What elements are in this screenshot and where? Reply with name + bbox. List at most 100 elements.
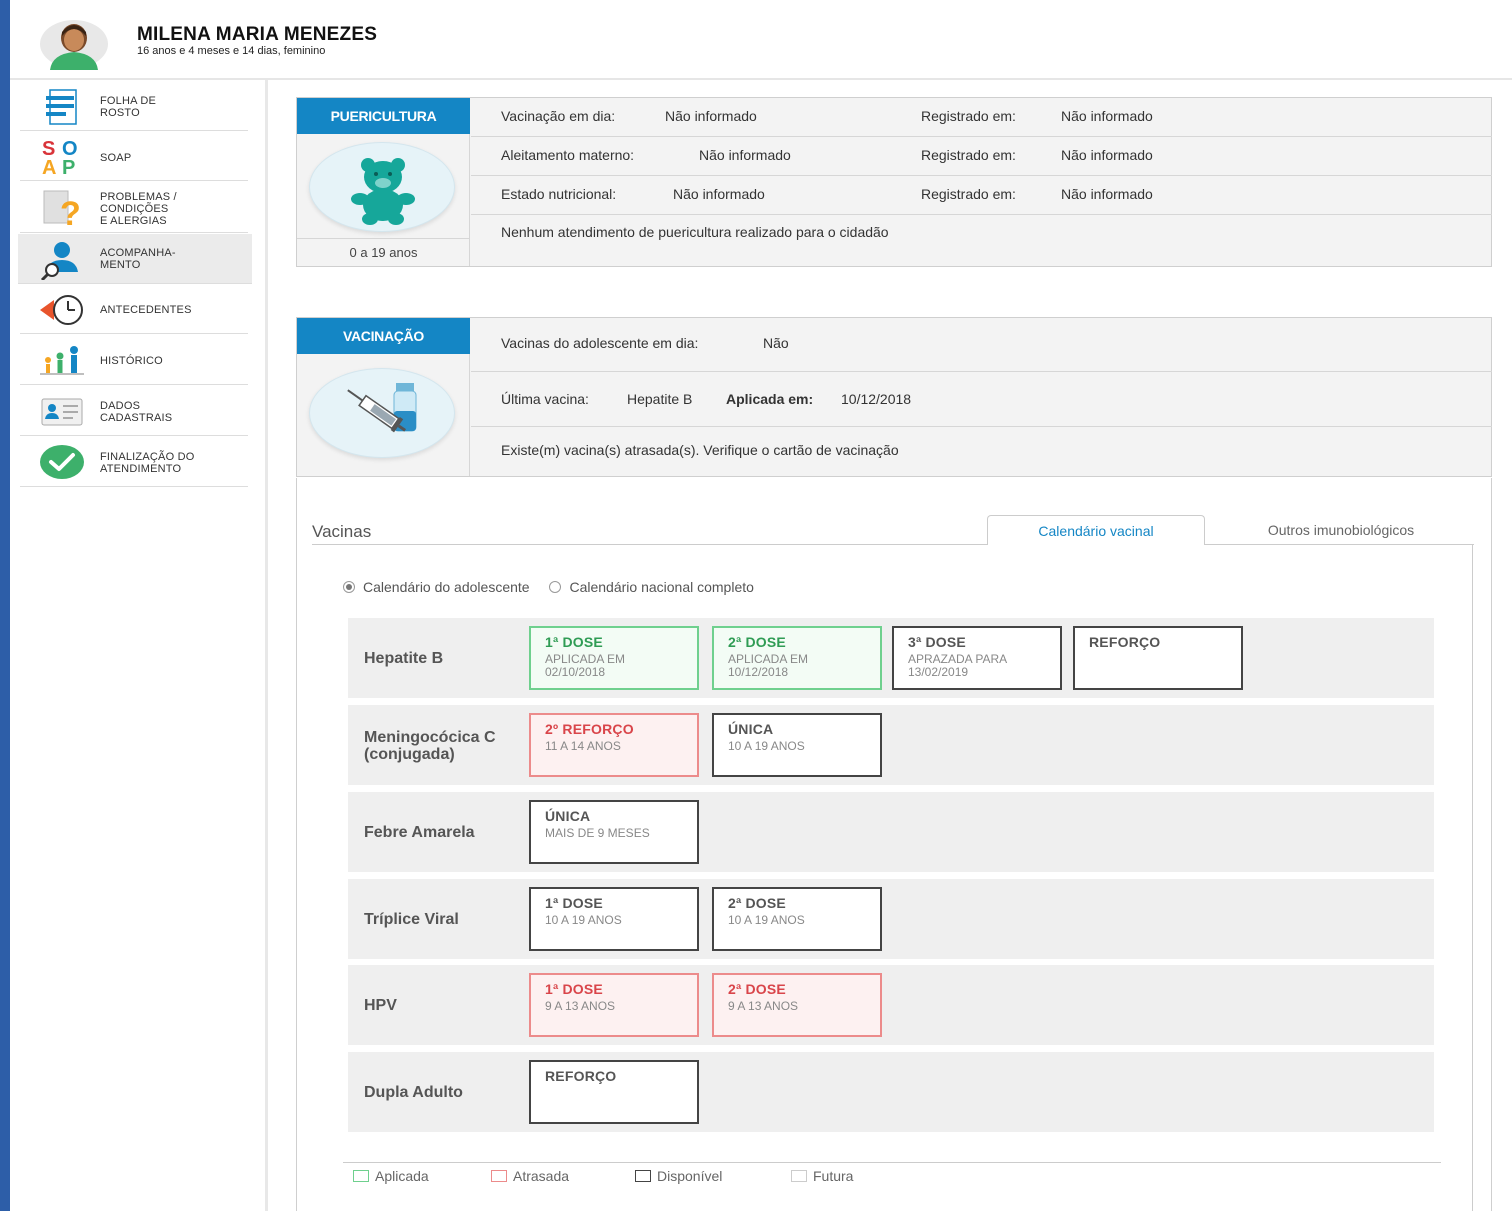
radio-calendario-nacional[interactable]: Calendário nacional completo xyxy=(549,579,754,595)
tab-calendario-vacinal[interactable]: Calendário vacinal xyxy=(987,515,1205,545)
dose-sub: 10 A 19 ANOS xyxy=(728,739,805,753)
dose-card[interactable]: REFORÇO xyxy=(529,1060,699,1124)
dose-card[interactable]: 1ª DOSE 10 A 19 ANOS xyxy=(529,887,699,951)
vacinacao-icon-circle xyxy=(309,368,455,458)
dose-sub: 11 A 14 ANOS xyxy=(545,739,621,753)
dose-label: 2ª DOSE xyxy=(728,634,786,650)
radio-calendario-adolescente[interactable]: Calendário do adolescente xyxy=(343,579,530,595)
row-label: Vacinas do adolescente em dia: xyxy=(501,335,699,351)
dose-card[interactable]: ÚNICA 10 A 19 ANOS xyxy=(712,713,882,777)
patient-header: MILENA MARIA MENEZES 16 anos e 4 meses e… xyxy=(10,0,1512,80)
vaccine-name: Tríplice Viral xyxy=(364,911,459,928)
puericultura-icon-circle xyxy=(309,142,455,232)
sidebar-item-label: FOLHA DE ROSTO xyxy=(100,95,157,119)
vacinacao-panel: VACINAÇÃO Vacinas do adolescente em dia:… xyxy=(296,317,1492,477)
sidebar-item-label: DADOS CADASTRAIS xyxy=(100,400,173,424)
id-card-icon xyxy=(41,398,83,426)
patient-name: MILENA MARIA MENEZES xyxy=(137,24,378,45)
row-label: Estado nutricional: xyxy=(501,186,617,202)
patient-avatar-icon xyxy=(40,20,108,70)
sidebar-item-acompanhamento[interactable]: ACOMPANHA- MENTO xyxy=(18,234,252,284)
dose-label: 1ª DOSE xyxy=(545,895,603,911)
dose-card[interactable]: 2ª DOSE 10 A 19 ANOS xyxy=(712,887,882,951)
document-lines-icon xyxy=(46,89,77,125)
vaccine-row-hpv: HPV 1ª DOSE 9 A 13 ANOS 2ª DOSE 9 A 13 A… xyxy=(348,965,1434,1045)
vaccine-name: Meningocócica C (conjugada) xyxy=(364,729,496,763)
legend-red-box-icon xyxy=(491,1170,507,1182)
dose-label: 1ª DOSE xyxy=(545,981,603,997)
vaccine-name: HPV xyxy=(364,997,397,1014)
vacinacao-tag: VACINAÇÃO xyxy=(297,318,470,354)
dose-card[interactable]: 3ª DOSE APRAZADA PARA 13/02/2019 xyxy=(892,626,1062,690)
dose-sub: APLICADA EM 10/12/2018 xyxy=(728,652,809,679)
legend-futura: Futura xyxy=(791,1168,853,1184)
puericultura-row-nutricional: Estado nutricional: Não informado Regist… xyxy=(471,176,1492,215)
tab-content-border xyxy=(1472,544,1473,1211)
vacinas-title: Vacinas xyxy=(312,522,372,541)
vaccine-row-dupla-adulto: Dupla Adulto REFORÇO xyxy=(348,1052,1434,1132)
dose-label: 2ª DOSE xyxy=(728,895,786,911)
vaccine-name: Hepatite B xyxy=(364,650,444,667)
dose-label: ÚNICA xyxy=(728,721,774,737)
sidebar-item-dados-cadastrais[interactable]: DADOS CADASTRAIS xyxy=(20,385,248,436)
row-registered-label: Registrado em: xyxy=(921,186,1016,202)
sidebar-item-folha-de-rosto[interactable]: FOLHA DE ROSTO xyxy=(20,86,248,131)
patient-age-sex: 16 anos e 4 meses e 14 dias, feminino xyxy=(137,45,326,57)
dose-card[interactable]: 2ª DOSE APLICADA EM 10/12/2018 xyxy=(712,626,882,690)
legend-disponivel: Disponível xyxy=(635,1168,722,1184)
radio-selected-icon xyxy=(343,581,355,593)
sidebar: FOLHA DE ROSTO S O A P SOAP ? PROBLEMAS /… xyxy=(10,80,268,1211)
puericultura-note: Nenhum atendimento de puericultura reali… xyxy=(501,224,889,240)
row-label: Aleitamento materno: xyxy=(501,147,635,163)
dose-card[interactable]: 1ª DOSE APLICADA EM 02/10/2018 xyxy=(529,626,699,690)
dose-card[interactable]: 1ª DOSE 9 A 13 ANOS xyxy=(529,973,699,1037)
legend-gray-box-icon xyxy=(791,1170,807,1182)
dose-card[interactable]: 2º REFORÇO 11 A 14 ANOS xyxy=(529,713,699,777)
check-circle-icon xyxy=(40,445,84,479)
puericultura-panel: PUERICULTURA 0 a 19 anos Vacinação em di… xyxy=(296,97,1492,267)
row-registered-value: Não informado xyxy=(1061,147,1153,163)
tab-outros-imunobiologicos[interactable]: Outros imunobiológicos xyxy=(1210,515,1472,545)
row-value: Não informado xyxy=(673,186,765,202)
sidebar-item-antecedentes[interactable]: ANTECEDENTES xyxy=(20,284,248,334)
vacinacao-warning: Existe(m) vacina(s) atrasada(s). Verifiq… xyxy=(501,442,899,458)
legend-aplicada: Aplicada xyxy=(353,1168,429,1184)
vaccine-row-hepatite-b: Hepatite B 1ª DOSE APLICADA EM 02/10/201… xyxy=(348,618,1434,698)
dose-sub: 10 A 19 ANOS xyxy=(545,913,622,927)
dose-card[interactable]: ÚNICA MAIS DE 9 MESES xyxy=(529,800,699,864)
row-registered-label: Registrado em: xyxy=(921,108,1016,124)
dose-sub: APRAZADA PARA 13/02/2019 xyxy=(908,652,1007,679)
legend-label: Futura xyxy=(813,1168,854,1184)
sidebar-item-label: SOAP xyxy=(100,152,132,164)
vacinacao-row-atrasadas: Existe(m) vacina(s) atrasada(s). Verifiq… xyxy=(471,427,1492,477)
dose-card[interactable]: REFORÇO xyxy=(1073,626,1243,690)
vacinacao-row-em-dia: Vacinas do adolescente em dia: Não xyxy=(471,318,1492,372)
syringe-vial-icon xyxy=(347,383,417,433)
legend-atrasada: Atrasada xyxy=(491,1168,569,1184)
sidebar-item-label: ACOMPANHA- MENTO xyxy=(100,247,176,271)
sidebar-item-finalizacao[interactable]: FINALIZAÇÃO DO ATENDIMENTO xyxy=(20,436,248,487)
legend-label: Atrasada xyxy=(513,1168,570,1184)
sidebar-item-label: FINALIZAÇÃO DO ATENDIMENTO xyxy=(100,451,195,475)
sidebar-item-soap[interactable]: S O A P SOAP xyxy=(20,131,248,181)
dose-card[interactable]: 2ª DOSE 9 A 13 ANOS xyxy=(712,973,882,1037)
radio-label: Calendário nacional completo xyxy=(569,579,754,595)
puericultura-tag: PUERICULTURA xyxy=(297,98,470,134)
sidebar-item-problemas[interactable]: ? PROBLEMAS / CONDIÇÕES E ALERGIAS xyxy=(20,181,248,233)
row-registered-value: Não informado xyxy=(1061,108,1153,124)
svg-text:?: ? xyxy=(60,195,81,227)
calendar-radio-group: Calendário do adolescente Calendário nac… xyxy=(343,579,754,595)
dose-label: 3ª DOSE xyxy=(908,634,966,650)
sidebar-item-label: HISTÓRICO xyxy=(100,355,163,367)
svg-text:A: A xyxy=(42,157,56,177)
row-value: Hepatite B xyxy=(627,391,693,407)
radio-unselected-icon xyxy=(549,581,562,593)
puericultura-row-aleitamento: Aleitamento materno: Não informado Regis… xyxy=(471,137,1492,176)
soap-letters-icon: S O A P xyxy=(42,138,78,177)
svg-text:P: P xyxy=(62,157,75,177)
dose-label: 2ª DOSE xyxy=(728,981,786,997)
dose-label: 2º REFORÇO xyxy=(545,721,634,737)
vaccine-row-febre-amarela: Febre Amarela ÚNICA MAIS DE 9 MESES xyxy=(348,792,1434,872)
legend-black-box-icon xyxy=(635,1170,651,1182)
sidebar-item-historico[interactable]: HISTÓRICO xyxy=(20,334,248,385)
